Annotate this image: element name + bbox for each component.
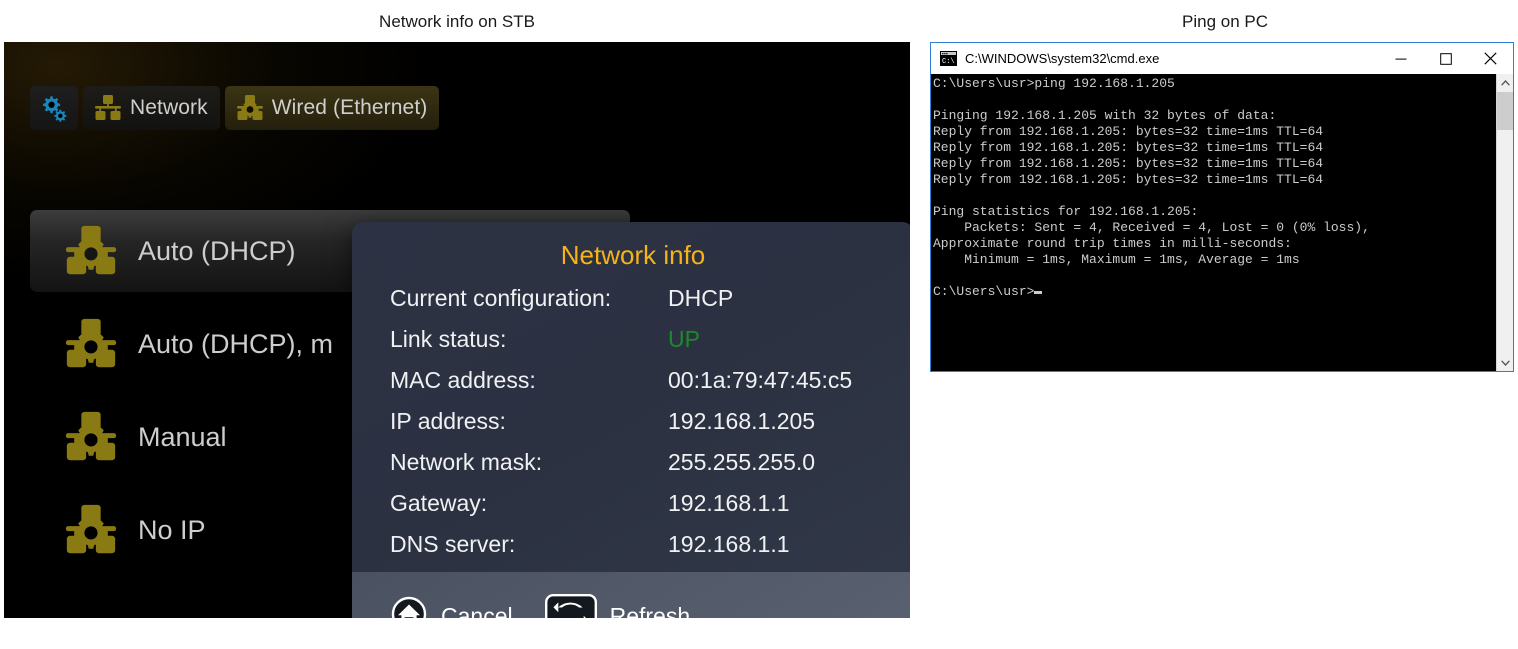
cmd-caret — [1034, 291, 1042, 294]
maximize-button[interactable] — [1423, 43, 1468, 74]
cmd-title-text: C:\WINDOWS\system32\cmd.exe — [965, 51, 1378, 66]
breadcrumb-label-network: Network — [130, 96, 208, 120]
info-row-gateway: Gateway: 192.168.1.1 — [390, 490, 910, 531]
cmd-scrollbar[interactable] — [1496, 74, 1513, 371]
cmd-window: C:\ C:\WINDOWS\system32\cmd.exe — [930, 42, 1514, 372]
close-icon — [1484, 52, 1497, 65]
info-value: DHCP — [668, 285, 733, 312]
list-item-label: Auto (DHCP) — [138, 236, 296, 267]
cmd-icon: C:\ — [940, 51, 957, 66]
info-key: DNS server: — [390, 531, 668, 558]
home-back-icon — [390, 595, 428, 619]
minimize-button[interactable] — [1378, 43, 1423, 74]
caption-pc: Ping on PC — [930, 12, 1518, 32]
info-row-mac-address: MAC address: 00:1a:79:47:45:c5 — [390, 367, 910, 408]
network-icon — [92, 93, 124, 123]
network-gear-icon — [234, 93, 266, 123]
info-value: 192.168.1.1 — [668, 490, 790, 517]
dialog-title: Network info — [352, 240, 910, 271]
refresh-button-label: Refresh — [610, 603, 691, 619]
info-value: 00:1a:79:47:45:c5 — [668, 367, 852, 394]
info-value: 192.168.1.1 — [668, 531, 790, 558]
info-key: Link status: — [390, 326, 668, 353]
dialog-info-table: Current configuration: DHCP Link status:… — [352, 285, 910, 572]
breadcrumb-item-wired[interactable]: Wired (Ethernet) — [225, 86, 440, 130]
info-value: 255.255.255.0 — [668, 449, 815, 476]
info-row-current-configuration: Current configuration: DHCP — [390, 285, 910, 326]
cmd-title-bar[interactable]: C:\ C:\WINDOWS\system32\cmd.exe — [931, 43, 1513, 74]
network-gear-icon — [60, 315, 122, 373]
breadcrumb: Network — [30, 86, 439, 130]
list-item-label: Manual — [138, 422, 227, 453]
dialog-footer: Cancel Refresh — [352, 572, 910, 618]
refresh-button[interactable]: Refresh — [545, 594, 691, 619]
info-key: MAC address: — [390, 367, 668, 394]
info-key: Gateway: — [390, 490, 668, 517]
network-gear-icon — [60, 501, 122, 559]
info-key: IP address: — [390, 408, 668, 435]
cancel-button-label: Cancel — [441, 603, 513, 619]
list-item-label: Auto (DHCP), m — [138, 329, 333, 360]
info-row-link-status: Link status: UP — [390, 326, 910, 367]
scroll-up-button[interactable] — [1497, 74, 1513, 91]
cmd-console-area[interactable]: C:\Users\usr>ping 192.168.1.205 Pinging … — [931, 74, 1513, 371]
info-row-network-mask: Network mask: 255.255.255.0 — [390, 449, 910, 490]
chevron-down-icon — [1501, 360, 1510, 366]
scroll-down-button[interactable] — [1497, 354, 1513, 371]
network-info-dialog: Network info Current configuration: DHCP… — [352, 222, 910, 618]
cancel-button[interactable]: Cancel — [390, 595, 513, 619]
gears-icon — [39, 94, 69, 122]
info-key: Current configuration: — [390, 285, 668, 312]
list-item-label: No IP — [138, 515, 206, 546]
status-badge: UP — [668, 326, 700, 353]
stb-screen: Network — [4, 42, 910, 618]
maximize-icon — [1440, 53, 1452, 65]
chevron-up-icon — [1501, 80, 1510, 86]
svg-text:C:\: C:\ — [942, 58, 955, 66]
network-gear-icon — [60, 222, 122, 280]
cmd-console-text: C:\Users\usr>ping 192.168.1.205 Pinging … — [933, 76, 1495, 371]
info-value: 192.168.1.205 — [668, 408, 815, 435]
screenshot-root: Network info on STB Ping on PC — [0, 0, 1518, 649]
breadcrumb-label-wired: Wired (Ethernet) — [272, 96, 428, 120]
minimize-icon — [1395, 53, 1407, 65]
breadcrumb-item-network[interactable]: Network — [83, 86, 220, 130]
info-key: Network mask: — [390, 449, 668, 476]
network-gear-icon — [60, 408, 122, 466]
breadcrumb-item-settings[interactable] — [30, 86, 78, 130]
info-row-ip-address: IP address: 192.168.1.205 — [390, 408, 910, 449]
refresh-loop-icon — [545, 594, 597, 619]
close-button[interactable] — [1468, 43, 1513, 74]
info-row-dns-server: DNS server: 192.168.1.1 — [390, 531, 910, 572]
scrollbar-thumb[interactable] — [1497, 92, 1513, 130]
caption-stb: Network info on STB — [0, 12, 914, 32]
